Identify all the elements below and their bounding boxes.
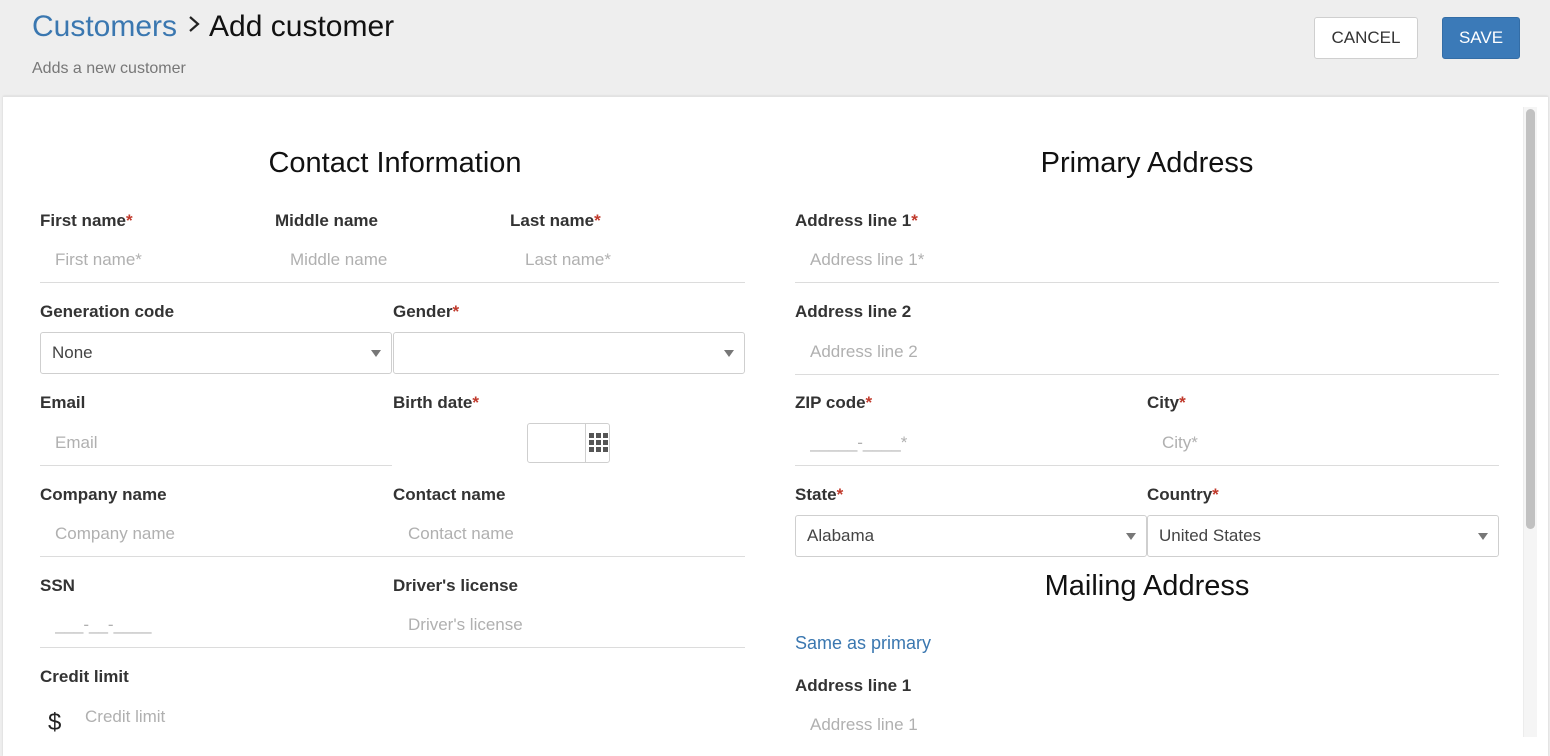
company-row-divider [40, 556, 745, 557]
caret-down-icon [724, 350, 734, 357]
contact-name-input[interactable] [393, 515, 745, 553]
caret-down-icon [371, 350, 381, 357]
country-label: Country* [1147, 485, 1219, 504]
name-row-divider [40, 282, 745, 283]
chevron-right-icon [187, 14, 201, 34]
primary-address-title: Primary Address [1040, 147, 1254, 179]
state-select[interactable]: Alabama [795, 515, 1147, 557]
birth-date-label: Birth date* [393, 393, 479, 412]
generation-code-select[interactable]: None [40, 332, 392, 374]
email-divider [40, 465, 392, 466]
gender-select[interactable] [393, 332, 745, 374]
drivers-license-input[interactable] [393, 606, 745, 644]
address-line-2-input[interactable] [795, 333, 1499, 371]
ssn-row-divider [40, 647, 745, 648]
city-label: City* [1147, 393, 1186, 412]
zip-city-divider [795, 465, 1499, 466]
state-label: State* [795, 485, 844, 504]
caret-down-icon [1478, 533, 1488, 540]
first-name-label: First name* [40, 211, 133, 230]
middle-name-label: Middle name [275, 211, 378, 230]
page-title: Add customer [209, 10, 395, 43]
page-subtitle: Adds a new customer [32, 60, 186, 77]
company-name-label: Company name [40, 485, 167, 504]
ssn-label: SSN [40, 576, 75, 595]
address-line-2-divider [795, 374, 1499, 375]
address-line-1-label: Address line 1* [795, 211, 918, 230]
address-line-1-divider [795, 282, 1499, 283]
zip-code-label: ZIP code* [795, 393, 873, 412]
middle-name-input[interactable] [275, 241, 507, 279]
page-header: Customers Add customer Adds a new custome… [0, 0, 1550, 96]
mailing-address-title: Mailing Address [1044, 570, 1250, 602]
caret-down-icon [1126, 533, 1136, 540]
city-input[interactable] [1147, 424, 1499, 462]
birth-date-picker [527, 423, 610, 463]
mailing-address-line-1-label: Address line 1 [795, 676, 912, 695]
contact-name-label: Contact name [393, 485, 506, 504]
scrollbar-thumb[interactable] [1526, 109, 1535, 529]
ssn-input[interactable] [40, 606, 392, 644]
gender-label: Gender* [393, 302, 460, 321]
cancel-button[interactable]: CANCEL [1314, 17, 1418, 59]
address-line-1-input[interactable] [795, 241, 1499, 279]
drivers-license-label: Driver's license [393, 576, 519, 595]
company-name-input[interactable] [40, 515, 392, 553]
email-input[interactable] [40, 424, 392, 462]
same-as-primary-link[interactable]: Same as primary [795, 633, 931, 654]
breadcrumb-customers-link[interactable]: Customers [32, 10, 177, 43]
contact-information-title: Contact Information [268, 147, 522, 179]
state-value: Alabama [807, 526, 875, 545]
zip-code-input[interactable] [795, 424, 1147, 462]
credit-limit-label: Credit limit [40, 667, 129, 686]
form-panel: Contact Information First name* Middle n… [3, 96, 1548, 756]
generation-code-value: None [52, 343, 93, 362]
last-name-input[interactable] [510, 241, 745, 279]
email-label: Email [40, 393, 86, 412]
dollar-icon: $ [48, 709, 62, 736]
mailing-address-line-1-input[interactable] [795, 706, 1499, 744]
calendar-grid-icon[interactable] [585, 424, 610, 462]
address-line-2-label: Address line 2 [795, 302, 912, 321]
save-button[interactable]: SAVE [1442, 17, 1520, 59]
generation-code-label: Generation code [40, 302, 175, 321]
birth-date-input[interactable] [528, 424, 585, 462]
first-name-input[interactable] [40, 241, 272, 279]
country-select[interactable]: United States [1147, 515, 1499, 557]
credit-limit-input[interactable] [70, 698, 392, 736]
breadcrumb: Customers Add customer [32, 8, 394, 46]
last-name-label: Last name* [510, 211, 601, 230]
country-value: United States [1159, 526, 1262, 545]
